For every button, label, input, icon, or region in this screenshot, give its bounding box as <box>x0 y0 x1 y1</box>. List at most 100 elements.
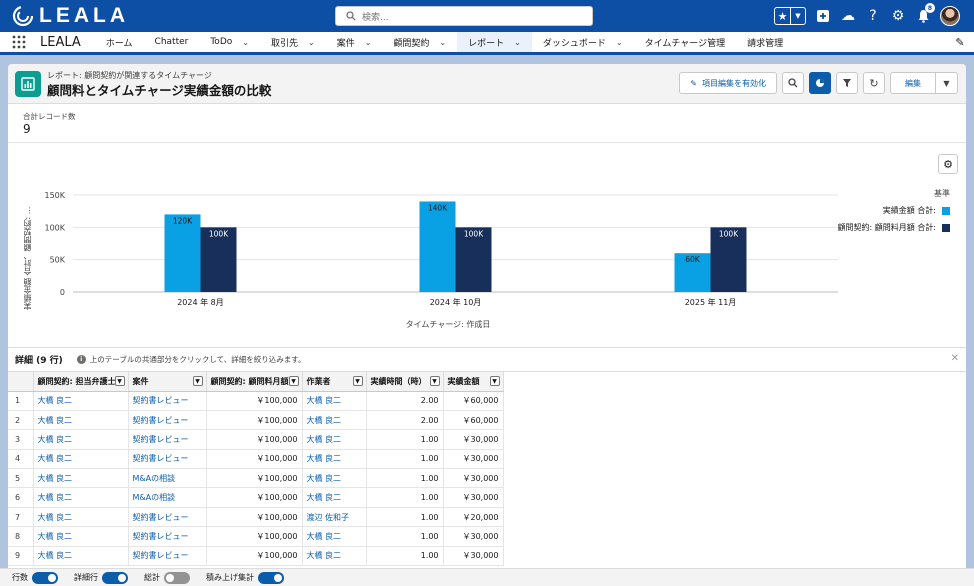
table-row: 4 大橋 良二 契約書レビュー ￥100,000 大橋 良二 1.00 ￥30,000 <box>8 449 504 470</box>
column-menu-chevron-down-icon[interactable]: ▼ <box>429 376 440 386</box>
table-cell[interactable]: 渡辺 佐和子 <box>302 507 367 528</box>
table-cell[interactable]: 大橋 良二 <box>33 429 129 450</box>
trailhead-icon[interactable]: ☁ <box>840 7 856 25</box>
table-cell[interactable]: 契約書レビュー <box>128 410 207 431</box>
enable-field-editing-button[interactable]: ✎ 項目編集を有効化 <box>679 72 777 94</box>
table-cell[interactable]: 大橋 良二 <box>302 410 367 431</box>
table-cell[interactable]: 大橋 良二 <box>302 449 367 470</box>
table-cell[interactable]: 大橋 良二 <box>33 546 129 567</box>
table-cell[interactable]: 契約書レビュー <box>128 449 207 470</box>
column-header-5[interactable]: 実績金額 ▼ <box>443 372 504 392</box>
column-menu-chevron-down-icon[interactable]: ▼ <box>114 376 125 386</box>
column-menu-chevron-down-icon[interactable]: ▼ <box>288 376 299 386</box>
report-title: 顧問料とタイムチャージ実績金額の比較 <box>47 83 272 98</box>
chevron-down-icon[interactable]: ⌄ <box>616 38 623 47</box>
table-cell[interactable]: 大橋 良二 <box>33 391 129 411</box>
nav-item-2[interactable]: ToDo ⌄ <box>199 32 260 52</box>
chevron-down-icon[interactable]: ⌄ <box>439 38 446 47</box>
table-cell[interactable]: 契約書レビュー <box>128 391 207 411</box>
column-header-2[interactable]: 顧問契約: 顧問料月額 ▼ <box>206 372 303 392</box>
bar-chart[interactable]: 0 50K 100K 150K 120K 100K 2024 年 8月 140K 100K 202… <box>8 143 966 348</box>
nav-item-6[interactable]: レポート ⌄ <box>457 32 532 55</box>
bar[interactable] <box>419 201 456 292</box>
toggle-switch[interactable] <box>102 571 128 584</box>
table-cell[interactable]: 契約書レビュー <box>128 546 207 567</box>
column-menu-chevron-down-icon[interactable]: ▼ <box>352 376 363 386</box>
toggle-label: 積み上げ集計 <box>206 573 254 582</box>
table-cell[interactable]: 大橋 良二 <box>302 526 367 547</box>
bell-icon[interactable]: 8 <box>915 3 935 25</box>
table-cell[interactable]: 契約書レビュー <box>128 526 207 547</box>
gear-icon[interactable]: ⚙ <box>890 7 906 25</box>
nav-item-1[interactable]: Chatter <box>144 32 200 52</box>
toggle-switch[interactable] <box>258 571 284 584</box>
report-actions: ✎ 項目編集を有効化 ↻ 編集 ▼ <box>679 72 958 94</box>
chevron-down-icon[interactable]: ⌄ <box>242 38 249 47</box>
nav-item-7[interactable]: ダッシュボード ⌄ <box>532 32 634 52</box>
nav-item-8[interactable]: タイムチャージ管理 <box>634 32 737 52</box>
column-header-1[interactable]: 案件 ▼ <box>128 372 207 392</box>
legend-item[interactable]: 顧問契約: 顧問料月額 合計: <box>838 222 950 233</box>
column-header-3[interactable]: 作業者 ▼ <box>302 372 367 392</box>
edit-report-button[interactable]: 編集 <box>890 72 936 94</box>
table-cell[interactable]: 大橋 良二 <box>302 546 367 567</box>
column-header-label: 案件 <box>132 376 149 386</box>
column-menu-chevron-down-icon[interactable]: ▼ <box>192 376 203 386</box>
nav-item-5[interactable]: 顧問契約 ⌄ <box>382 32 457 52</box>
close-icon[interactable]: ✕ <box>951 353 959 364</box>
enable-field-editing-label: 項目編集を有効化 <box>702 78 766 88</box>
toggle-switch[interactable] <box>164 571 190 584</box>
global-actions-icon[interactable] <box>815 7 831 25</box>
table-cell[interactable]: 大橋 良二 <box>302 391 367 411</box>
table-cell: ￥100,000 <box>206 410 303 431</box>
nav-item-9[interactable]: 請求管理 <box>736 32 794 52</box>
star-icon[interactable]: ★ <box>775 8 790 24</box>
table-cell[interactable]: 大橋 良二 <box>33 507 129 528</box>
help-icon[interactable]: ? <box>865 7 881 25</box>
bar[interactable] <box>164 214 201 292</box>
data-label: 100K <box>464 229 484 238</box>
column-menu-chevron-down-icon[interactable]: ▼ <box>489 376 500 386</box>
table-cell[interactable]: M&Aの相談 <box>128 487 207 508</box>
filter-button[interactable] <box>836 72 858 94</box>
details-table: 顧問契約: 担当弁護士 ▼ 案件 ▼ 顧問契約: 顧問料月額 ▼ 作業者 ▼ 実績時間（時） ▼ 実… <box>8 372 504 567</box>
edit-more-button[interactable]: ▼ <box>936 72 958 94</box>
table-cell[interactable]: 契約書レビュー <box>128 429 207 450</box>
y-tick-label: 50K <box>50 256 66 265</box>
chevron-down-icon[interactable]: ⌄ <box>308 38 315 47</box>
nav-item-4[interactable]: 案件 ⌄ <box>326 32 383 52</box>
global-search-input[interactable]: 検索... <box>335 6 593 26</box>
app-logo[interactable]: LEALA <box>12 4 129 28</box>
row-number-cell: 9 <box>8 546 34 567</box>
legend-item[interactable]: 実績金額 合計: <box>838 205 950 216</box>
chart-toggle-button[interactable] <box>809 72 831 94</box>
table-cell[interactable]: 大橋 良二 <box>302 487 367 508</box>
edit-nav-pencil-icon[interactable]: ✎ <box>946 32 974 52</box>
table-cell: ￥30,000 <box>443 487 504 508</box>
nav-item-0[interactable]: ホーム <box>95 32 144 52</box>
search-report-button[interactable] <box>782 72 804 94</box>
column-header-0[interactable]: 顧問契約: 担当弁護士 ▼ <box>33 372 129 392</box>
table-cell[interactable]: 大橋 良二 <box>302 429 367 450</box>
table-cell[interactable]: 大橋 良二 <box>33 449 129 470</box>
table-cell[interactable]: 大橋 良二 <box>33 487 129 508</box>
refresh-button[interactable]: ↻ <box>863 72 885 94</box>
favorites-button[interactable]: ★ ▼ <box>774 7 806 25</box>
table-cell[interactable]: M&Aの相談 <box>128 468 207 489</box>
user-avatar[interactable] <box>940 6 960 26</box>
table-cell[interactable]: 大橋 良二 <box>33 468 129 489</box>
app-launcher-icon[interactable] <box>0 32 38 52</box>
nav-item-3[interactable]: 取引先 ⌄ <box>260 32 326 52</box>
table-cell[interactable]: 契約書レビュー <box>128 507 207 528</box>
table-cell[interactable]: 大橋 良二 <box>33 410 129 431</box>
chart-settings-gear-icon[interactable]: ⚙ <box>938 154 958 174</box>
chevron-down-icon[interactable]: ⌄ <box>514 38 521 47</box>
chevron-down-icon[interactable]: ▼ <box>790 8 805 24</box>
table-cell[interactable]: 大橋 良二 <box>302 468 367 489</box>
table-row: 2 大橋 良二 契約書レビュー ￥100,000 大橋 良二 2.00 ￥60,000 <box>8 410 504 431</box>
column-header-4[interactable]: 実績時間（時） ▼ <box>366 372 444 392</box>
chevron-down-icon[interactable]: ⌄ <box>365 38 372 47</box>
toggle-switch[interactable] <box>32 571 58 584</box>
search-icon <box>788 78 798 88</box>
table-cell[interactable]: 大橋 良二 <box>33 526 129 547</box>
